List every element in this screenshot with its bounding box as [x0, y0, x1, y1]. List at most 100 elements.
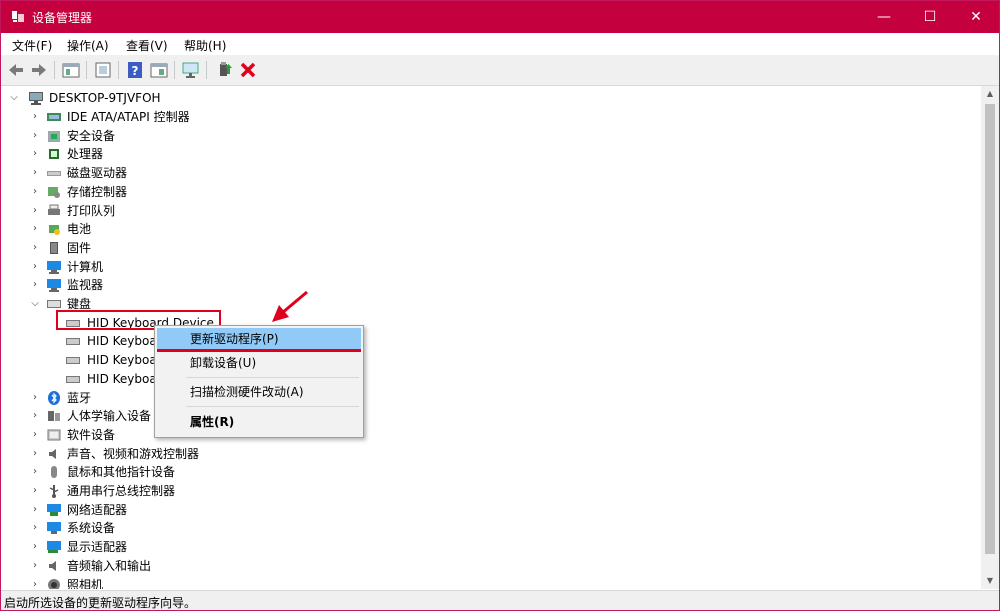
print-queue-icon	[48, 204, 60, 215]
expand-chevron-icon[interactable]: ›	[30, 426, 40, 444]
svg-text:?: ?	[132, 64, 139, 78]
tree-category-label: 鼠标和其他指针设备	[67, 465, 176, 480]
expand-chevron-icon[interactable]: ›	[30, 258, 40, 276]
network-adapter-icon	[47, 503, 61, 516]
camera-icon	[48, 578, 60, 589]
tree-category-label: 磁盘驱动器	[67, 166, 128, 181]
scroll-down-icon[interactable]: ▼	[981, 573, 999, 589]
collapse-chevron-icon[interactable]: ⌵	[30, 295, 40, 313]
tree-category-label: 安全设备	[67, 128, 116, 143]
expand-chevron-icon[interactable]: ›	[30, 482, 40, 500]
scroll-thumb[interactable]	[985, 104, 995, 554]
display-adapter-icon	[47, 541, 61, 554]
tree-category-label: IDE ATA/ATAPI 控制器	[67, 110, 190, 124]
tree-category-label: 处理器	[67, 147, 104, 162]
expand-chevron-icon[interactable]: ›	[30, 183, 40, 201]
uninstall-icon[interactable]	[238, 60, 258, 80]
tree-category-label: 固件	[67, 240, 92, 255]
expand-chevron-icon[interactable]: ›	[30, 557, 40, 575]
menu-scan-hardware[interactable]: 扫描检测硬件改动(A)	[157, 381, 361, 403]
toolbar: ?	[1, 55, 999, 86]
system-device-icon	[47, 522, 61, 535]
audio-io-icon	[49, 560, 56, 571]
tree-category-label: 通用串行总线控制器	[67, 484, 176, 498]
context-separator	[186, 377, 359, 378]
menu-uninstall-device[interactable]: 卸载设备(U)	[157, 352, 361, 374]
security-device-icon	[48, 130, 60, 142]
expand-chevron-icon[interactable]: ›	[30, 127, 40, 145]
status-bar: 启动所选设备的更新驱动程序向导。	[1, 590, 999, 610]
collapse-chevron-icon[interactable]: ⌵	[9, 89, 19, 107]
expand-chevron-icon[interactable]: ›	[30, 463, 40, 481]
minimize-button[interactable]: —	[861, 1, 907, 33]
mouse-icon	[51, 466, 57, 479]
tree-category-label: 存储控制器	[67, 184, 128, 199]
expand-chevron-icon[interactable]: ›	[30, 239, 40, 257]
vertical-scrollbar[interactable]: ▲ ▼	[981, 86, 999, 589]
tree-category-label: 显示适配器	[67, 540, 128, 555]
expand-chevron-icon[interactable]: ›	[30, 220, 40, 238]
title-bar: 设备管理器 — ☐ ✕	[1, 1, 999, 33]
expand-chevron-icon[interactable]: ›	[30, 276, 40, 294]
back-icon[interactable]	[6, 60, 26, 80]
menu-bar: 文件(F) 操作(A) 查看(V) 帮助(H)	[1, 33, 999, 55]
show-devices-icon[interactable]	[149, 60, 169, 80]
storage-controller-icon	[48, 186, 60, 198]
usb-icon	[49, 485, 59, 498]
context-menu: 更新驱动程序(P) 卸载设备(U) 扫描检测硬件改动(A) 属性(R)	[154, 325, 364, 438]
device-manager-icon	[12, 11, 24, 22]
scroll-up-icon[interactable]: ▲	[981, 86, 999, 102]
expand-chevron-icon[interactable]: ›	[30, 501, 40, 519]
expand-chevron-icon[interactable]: ›	[30, 519, 40, 537]
keyboard-device-icon	[66, 375, 80, 383]
keyboard-device-label: HID Keyboa	[87, 371, 157, 386]
menu-file[interactable]: 文件(F)	[12, 37, 52, 54]
keyboard-device-icon	[66, 357, 80, 365]
show-hide-icon[interactable]	[93, 60, 113, 80]
expand-chevron-icon[interactable]: ›	[30, 108, 40, 126]
tree-category-label: 人体学输入设备	[67, 409, 152, 424]
tree-category-label: 电池	[67, 222, 92, 237]
expand-chevron-icon[interactable]: ›	[30, 407, 40, 425]
menu-action[interactable]: 操作(A)	[67, 37, 109, 54]
battery-icon	[49, 225, 60, 236]
tree-category-label: 系统设备	[67, 521, 116, 536]
expand-chevron-icon[interactable]: ›	[30, 164, 40, 182]
expand-chevron-icon[interactable]: ›	[30, 538, 40, 556]
processor-icon	[49, 149, 59, 160]
menu-view[interactable]: 查看(V)	[126, 37, 168, 54]
keyboard-device-icon	[66, 338, 80, 346]
keyboard-device-label: HID Keyboa	[87, 334, 157, 349]
tree-category-label: 蓝牙	[67, 390, 92, 405]
expand-chevron-icon[interactable]: ›	[30, 389, 40, 407]
scan-hardware-icon[interactable]	[181, 60, 201, 80]
tree-category-label: 网络适配器	[67, 502, 128, 517]
status-text: 启动所选设备的更新驱动程序向导。	[4, 596, 197, 610]
firmware-icon	[50, 241, 58, 254]
ide-controller-icon	[47, 113, 61, 121]
tree-category-label: 监视器	[67, 278, 104, 293]
hid-icon	[48, 411, 60, 422]
close-button[interactable]: ✕	[953, 1, 999, 33]
properties-pane-icon[interactable]	[61, 60, 81, 80]
disk-drive-icon	[47, 171, 61, 177]
monitor-icon	[47, 279, 61, 293]
expand-chevron-icon[interactable]: ›	[30, 576, 40, 590]
keyboard-device-label: HID Keyboa	[87, 353, 157, 368]
menu-update-driver[interactable]: 更新驱动程序(P)	[157, 328, 361, 350]
menu-help[interactable]: 帮助(H)	[184, 37, 226, 54]
expand-chevron-icon[interactable]: ›	[30, 202, 40, 220]
help-icon[interactable]: ?	[125, 60, 145, 80]
tree-category-label: 照相机	[67, 577, 104, 590]
tree-category-label: 打印队列	[67, 203, 116, 218]
device-tree: ⌵ DESKTOP-9TJVFOH › IDE ATA/ATAPI 控制器 › 安全设…	[1, 86, 981, 589]
context-separator	[186, 406, 359, 407]
computer-root-icon	[29, 92, 43, 105]
menu-properties[interactable]: 属性(R)	[157, 411, 361, 433]
forward-icon[interactable]	[29, 60, 49, 80]
expand-chevron-icon[interactable]: ›	[30, 145, 40, 163]
root-label: DESKTOP-9TJVFOH	[49, 91, 161, 105]
update-driver-icon[interactable]	[214, 60, 234, 80]
maximize-button[interactable]: ☐	[907, 1, 953, 33]
expand-chevron-icon[interactable]: ›	[30, 445, 40, 463]
